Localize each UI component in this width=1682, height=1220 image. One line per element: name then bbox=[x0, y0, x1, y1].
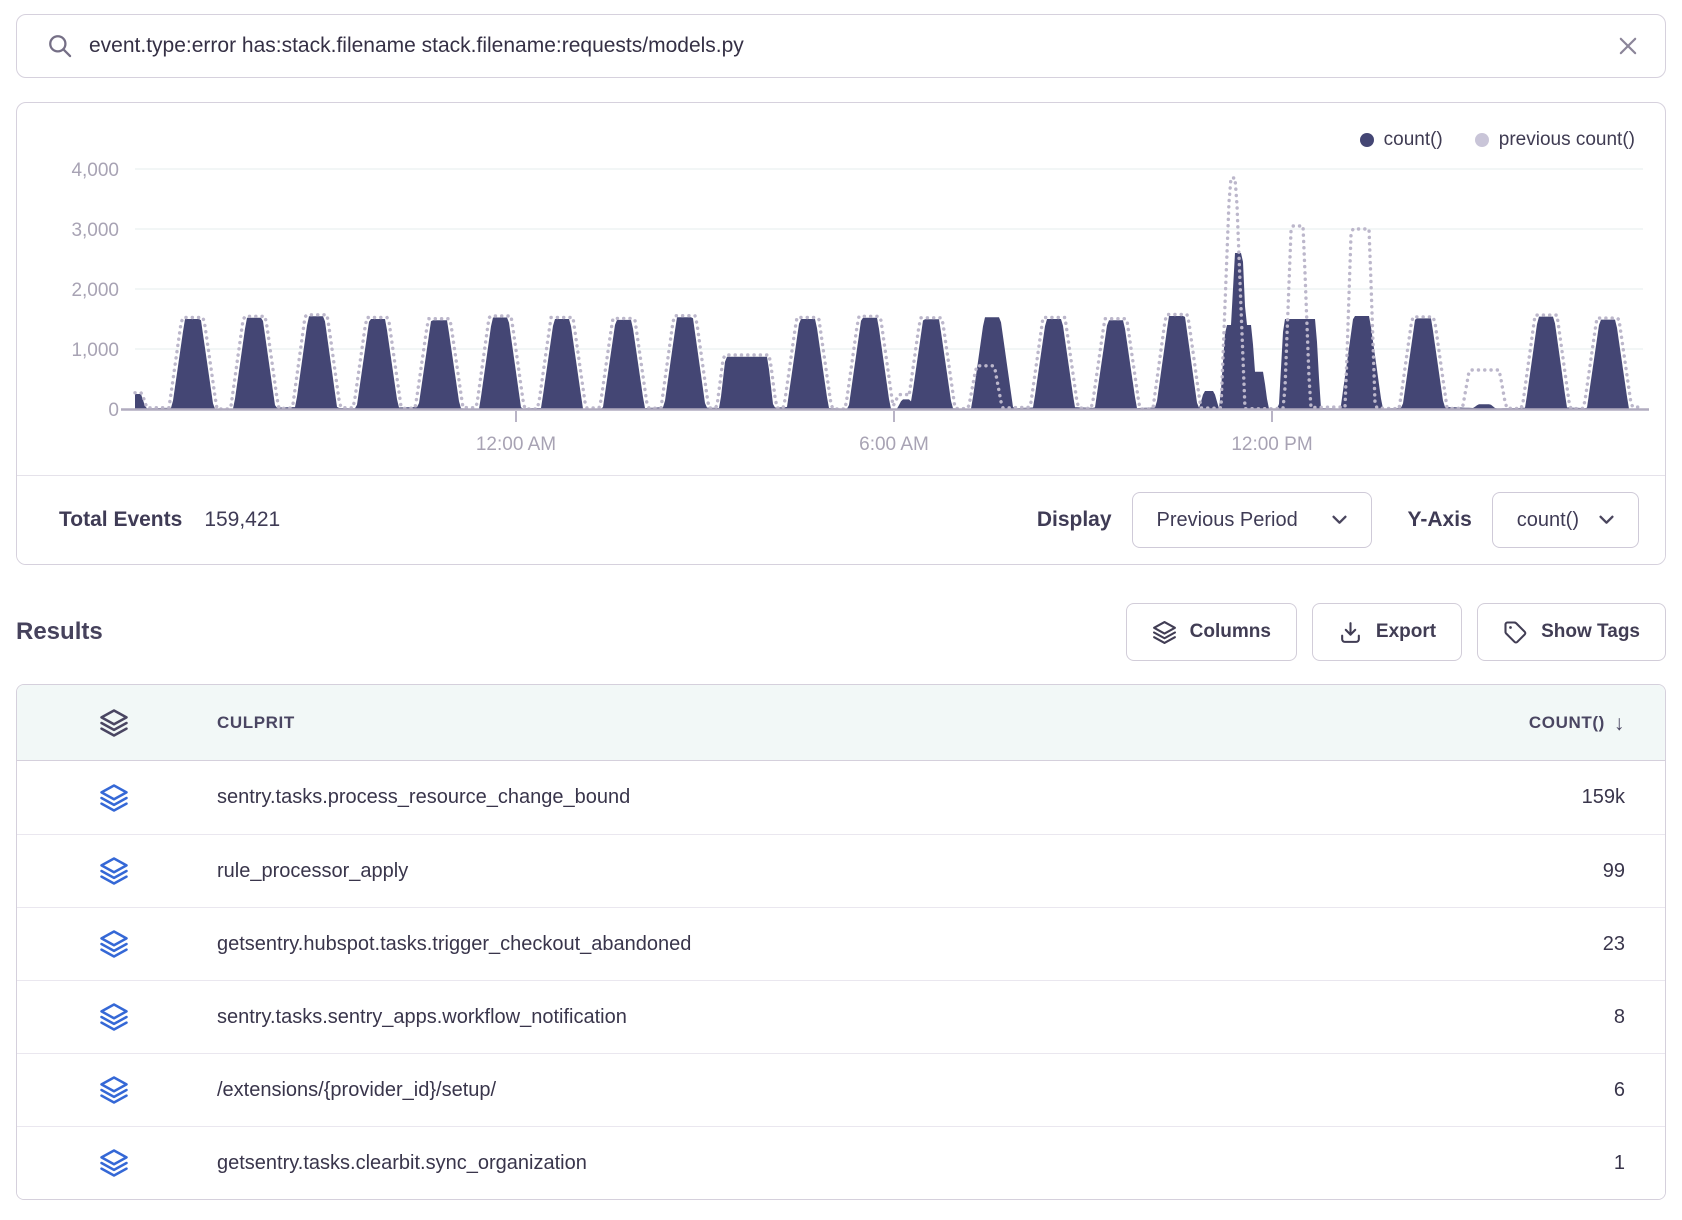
table-body: sentry.tasks.process_resource_change_bou… bbox=[17, 761, 1665, 1199]
count-column-label: COUNT() bbox=[1529, 713, 1605, 733]
export-button-label: Export bbox=[1376, 621, 1436, 643]
display-dropdown-value: Previous Period bbox=[1157, 509, 1298, 532]
chart-footer: Total Events 159,421 Display Previous Pe… bbox=[17, 475, 1665, 564]
table-row[interactable]: getsentry.hubspot.tasks.trigger_checkout… bbox=[17, 907, 1665, 980]
results-actions: Columns Export Show Tags bbox=[1126, 603, 1666, 661]
display-label: Display bbox=[1037, 508, 1112, 532]
culprit-cell[interactable]: getsentry.tasks.clearbit.sync_organizati… bbox=[217, 1152, 587, 1175]
total-events-value: 159,421 bbox=[204, 508, 280, 532]
export-icon bbox=[1338, 620, 1363, 645]
discover-page: count() previous count() 4,000 3,000 2,000… bbox=[0, 0, 1682, 1200]
svg-text:12:00 AM: 12:00 AM bbox=[476, 434, 556, 455]
search-input[interactable] bbox=[89, 34, 1601, 58]
count-cell: 6 bbox=[1614, 1079, 1625, 1102]
sort-desc-icon: ↓ bbox=[1614, 712, 1625, 736]
table-row[interactable]: sentry.tasks.process_resource_change_bou… bbox=[17, 761, 1665, 834]
results-header-row: Results Columns Export bbox=[16, 603, 1666, 661]
stack-icon bbox=[99, 929, 135, 959]
tag-icon bbox=[1503, 620, 1528, 645]
stack-icon bbox=[99, 1148, 135, 1178]
stack-icon bbox=[99, 783, 135, 813]
table-row[interactable]: getsentry.tasks.clearbit.sync_organizati… bbox=[17, 1126, 1665, 1199]
table-row[interactable]: /extensions/{provider_id}/setup/ 6 bbox=[17, 1053, 1665, 1126]
svg-text:0: 0 bbox=[108, 400, 119, 421]
chart-legend: count() previous count() bbox=[1360, 129, 1635, 151]
legend-label: previous count() bbox=[1499, 129, 1635, 151]
count-legend-dot-icon bbox=[1360, 133, 1374, 147]
stack-icon bbox=[1152, 620, 1177, 645]
count-cell: 8 bbox=[1614, 1006, 1625, 1029]
stack-icon bbox=[99, 856, 135, 886]
chevron-down-icon bbox=[1599, 515, 1614, 525]
svg-text:4,000: 4,000 bbox=[71, 160, 119, 181]
display-dropdown[interactable]: Previous Period bbox=[1132, 492, 1372, 548]
culprit-cell[interactable]: sentry.tasks.sentry_apps.workflow_notifi… bbox=[217, 1006, 627, 1029]
stack-column-icon[interactable] bbox=[99, 708, 135, 738]
legend-item-count[interactable]: count() bbox=[1360, 129, 1443, 151]
yaxis-dropdown-value: count() bbox=[1517, 509, 1579, 532]
culprit-cell[interactable]: /extensions/{provider_id}/setup/ bbox=[217, 1079, 496, 1102]
table-header-row: CULPRIT COUNT() ↓ bbox=[17, 685, 1665, 761]
count-cell: 159k bbox=[1582, 786, 1625, 809]
count-column-header[interactable]: COUNT() ↓ bbox=[1529, 711, 1625, 735]
count-cell: 1 bbox=[1614, 1152, 1625, 1175]
count-cell: 99 bbox=[1603, 860, 1625, 883]
previous-count-legend-dot-icon bbox=[1475, 133, 1489, 147]
culprit-cell[interactable]: rule_processor_apply bbox=[217, 860, 408, 883]
yaxis-label: Y-Axis bbox=[1408, 508, 1472, 532]
svg-text:6:00 AM: 6:00 AM bbox=[859, 434, 929, 455]
show-tags-button-label: Show Tags bbox=[1541, 621, 1640, 643]
columns-button[interactable]: Columns bbox=[1126, 603, 1297, 661]
export-button[interactable]: Export bbox=[1312, 603, 1462, 661]
results-heading: Results bbox=[16, 618, 103, 646]
columns-button-label: Columns bbox=[1190, 621, 1271, 643]
svg-text:1,000: 1,000 bbox=[71, 340, 119, 361]
stack-icon bbox=[99, 1002, 135, 1032]
yaxis-dropdown[interactable]: count() bbox=[1492, 492, 1639, 548]
legend-item-previous-count[interactable]: previous count() bbox=[1475, 129, 1635, 151]
count-cell: 23 bbox=[1603, 933, 1625, 956]
stack-icon bbox=[99, 1075, 135, 1105]
table-row[interactable]: rule_processor_apply 99 bbox=[17, 834, 1665, 907]
svg-text:3,000: 3,000 bbox=[71, 220, 119, 241]
culprit-cell[interactable]: sentry.tasks.process_resource_change_bou… bbox=[217, 786, 630, 809]
search-bar bbox=[16, 14, 1666, 78]
events-chart-panel: count() previous count() 4,000 3,000 2,000… bbox=[16, 102, 1666, 565]
culprit-column-header[interactable]: CULPRIT bbox=[217, 713, 295, 733]
culprit-cell[interactable]: getsentry.hubspot.tasks.trigger_checkout… bbox=[217, 933, 691, 956]
events-over-time-chart[interactable]: 4,000 3,000 2,000 1,000 0 12:00 AM 6:00 AM 12:0… bbox=[17, 103, 1665, 475]
table-row[interactable]: sentry.tasks.sentry_apps.workflow_notifi… bbox=[17, 980, 1665, 1053]
clear-search-icon[interactable] bbox=[1617, 35, 1639, 57]
show-tags-button[interactable]: Show Tags bbox=[1477, 603, 1666, 661]
legend-label: count() bbox=[1384, 129, 1443, 151]
results-table: CULPRIT COUNT() ↓ sentry.tasks.process_r… bbox=[16, 684, 1666, 1200]
svg-text:12:00 PM: 12:00 PM bbox=[1231, 434, 1312, 455]
total-events-label: Total Events bbox=[59, 508, 182, 532]
chevron-down-icon bbox=[1332, 515, 1347, 525]
search-icon bbox=[47, 33, 73, 59]
svg-text:2,000: 2,000 bbox=[71, 280, 119, 301]
